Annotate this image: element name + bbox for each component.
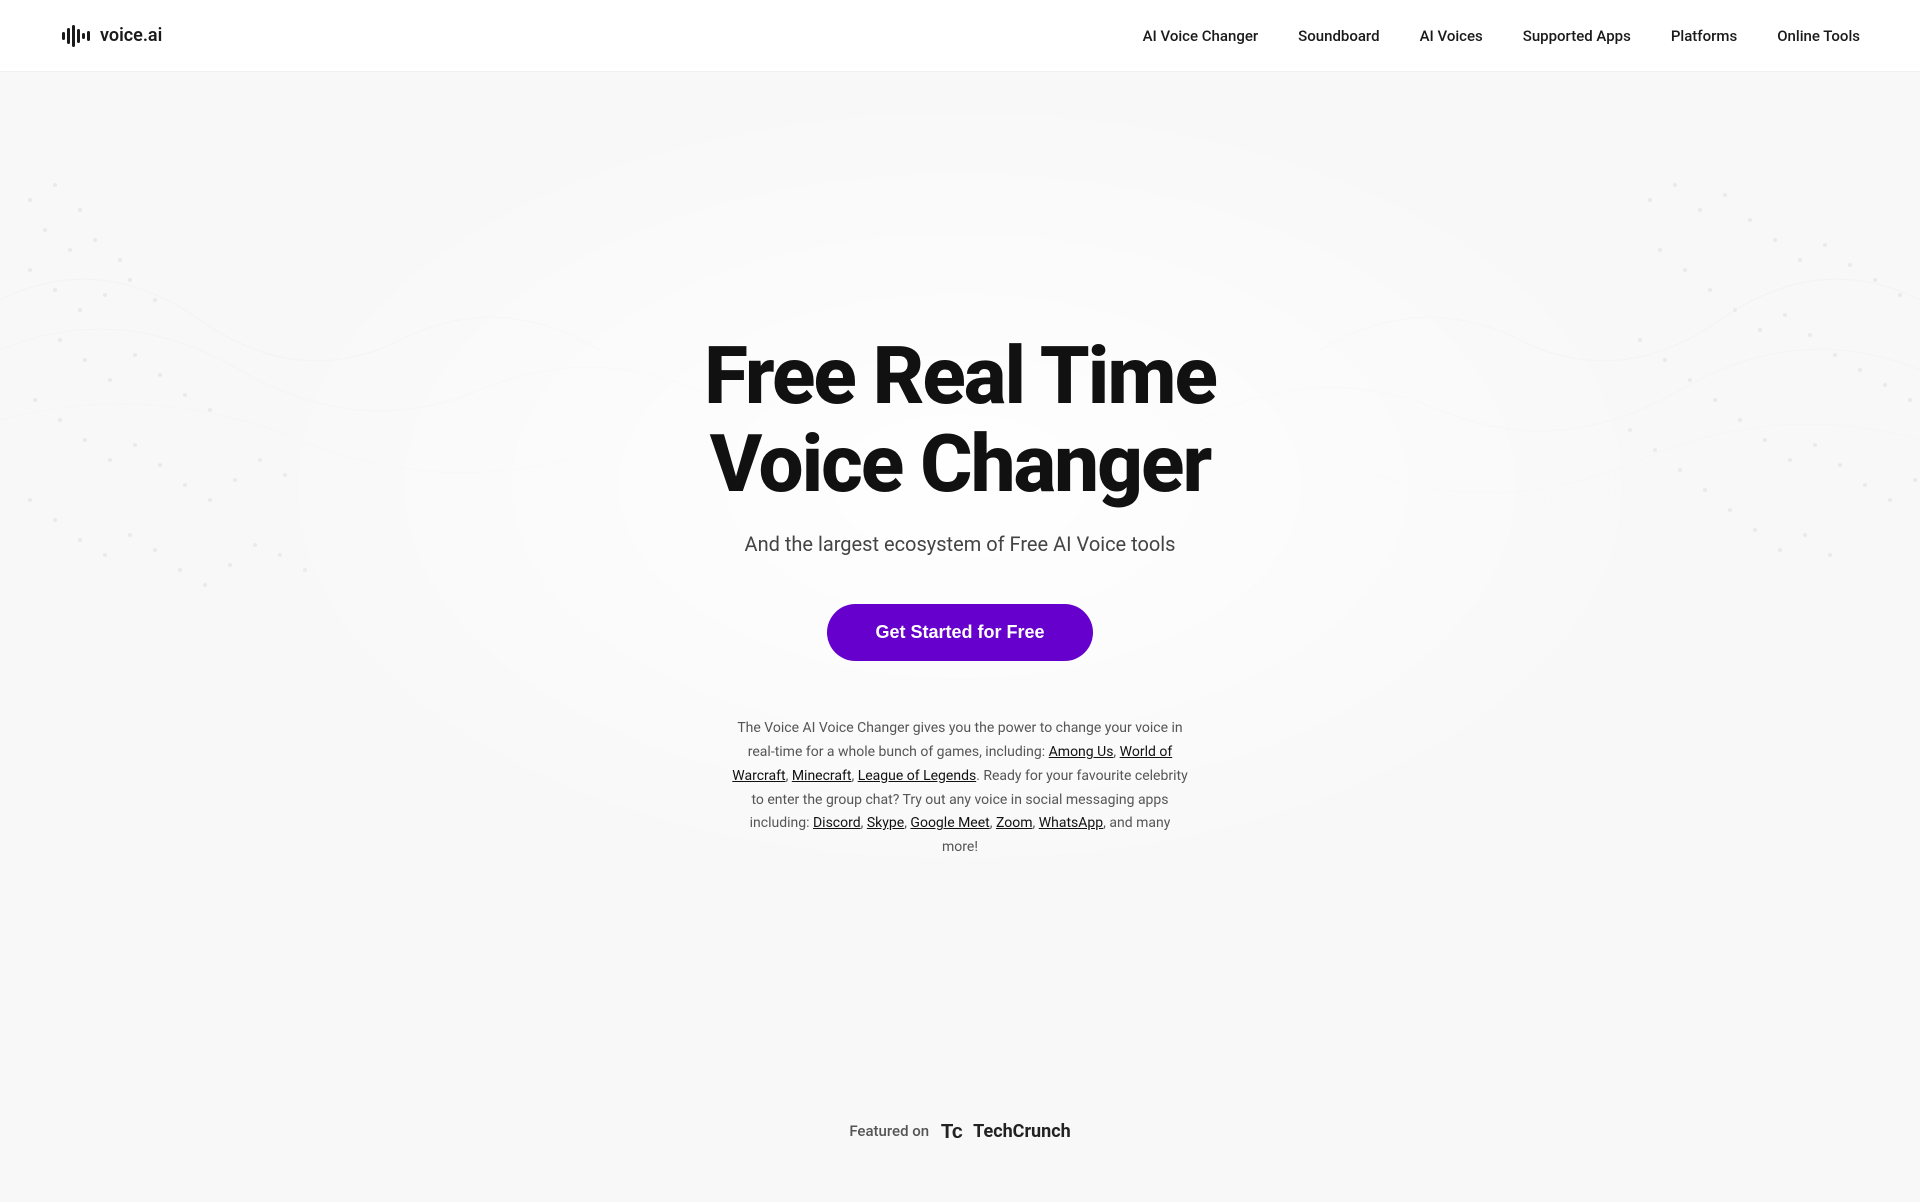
nav-platforms[interactable]: Platforms — [1671, 27, 1737, 45]
nav-soundboard[interactable]: Soundboard — [1298, 27, 1379, 45]
logo-text: voice.ai — [100, 25, 162, 46]
svg-text:Tc: Tc — [941, 1121, 963, 1142]
hero-title: Free Real Time Voice Changer — [704, 332, 1216, 508]
hero-section: Free Real Time Voice Changer And the lar… — [0, 72, 1920, 1080]
techcrunch-name: TechCrunch — [973, 1121, 1071, 1142]
hero-description: The Voice AI Voice Changer gives you the… — [730, 717, 1190, 860]
nav-ai-voices[interactable]: AI Voices — [1420, 27, 1483, 45]
link-discord[interactable]: Discord — [813, 815, 861, 831]
nav-links: AI Voice Changer Soundboard AI Voices Su… — [1143, 26, 1860, 45]
featured-label: Featured on — [849, 1122, 929, 1140]
link-zoom[interactable]: Zoom — [996, 815, 1033, 831]
link-minecraft[interactable]: Minecraft — [792, 768, 852, 784]
link-league-of-legends[interactable]: League of Legends — [858, 768, 976, 784]
link-among-us[interactable]: Among Us — [1049, 744, 1114, 760]
logo-link[interactable]: voice.ai — [60, 20, 162, 52]
link-whatsapp[interactable]: WhatsApp — [1039, 815, 1103, 831]
logo-icon — [60, 20, 92, 52]
nav-supported-apps[interactable]: Supported Apps — [1523, 27, 1631, 45]
navbar: voice.ai AI Voice Changer Soundboard AI … — [0, 0, 1920, 72]
nav-ai-voice-changer[interactable]: AI Voice Changer — [1143, 27, 1259, 45]
nav-online-tools[interactable]: Online Tools — [1777, 27, 1860, 45]
cta-button[interactable]: Get Started for Free — [827, 604, 1092, 661]
link-google-meet[interactable]: Google Meet — [910, 815, 989, 831]
featured-on-section: Featured on Tc TechCrunch — [0, 1080, 1920, 1202]
techcrunch-icon: Tc — [941, 1120, 969, 1142]
hero-subtitle: And the largest ecosystem of Free AI Voi… — [745, 532, 1176, 556]
techcrunch-logo: Tc TechCrunch — [941, 1120, 1071, 1142]
link-skype[interactable]: Skype — [867, 815, 904, 831]
